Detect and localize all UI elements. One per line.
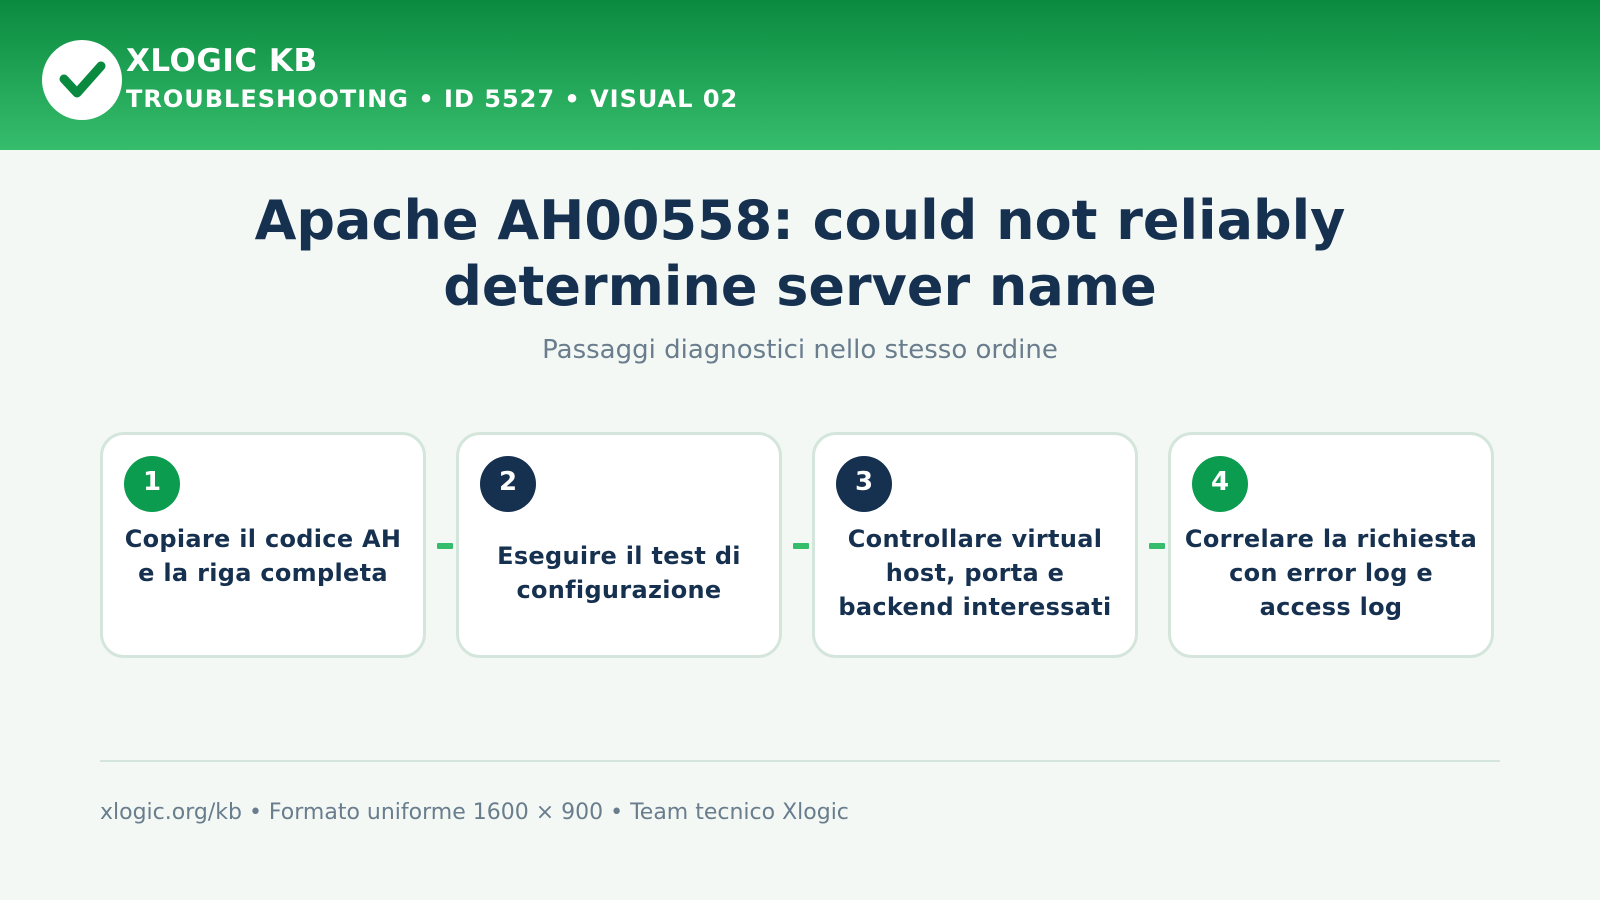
footer-divider [100, 760, 1500, 762]
step-connector [1149, 543, 1165, 549]
logo [42, 40, 122, 120]
step-card-2: 2 Eseguire il test di configurazione [456, 432, 782, 658]
step-card-4: 4 Correlare la richiesta con error log e… [1168, 432, 1494, 658]
article-meta: TROUBLESHOOTING • ID 5527 • VISUAL 02 [126, 85, 739, 113]
page-title: Apache AH00558: could not reliably deter… [254, 189, 1346, 318]
step-card-1: 1 Copiare il codice AH e la riga complet… [100, 432, 426, 658]
step-text: Correlare la richiesta con error log e a… [1184, 525, 1478, 621]
brand-name: XLOGIC KB [126, 43, 318, 79]
step-number-badge: 2 [480, 456, 536, 512]
check-icon [59, 61, 106, 98]
step-text: Eseguire il test di configurazione [497, 542, 741, 604]
step-number-badge: 4 [1192, 456, 1248, 512]
step-text: Controllare virtual host, porta e backen… [838, 525, 1112, 621]
step-text: Copiare il codice AH e la riga completa [124, 525, 402, 587]
footer-text: xlogic.org/kb • Formato uniforme 1600 × … [100, 800, 849, 825]
step-connector [437, 543, 453, 549]
step-card-3: 3 Controllare virtual host, porta e back… [812, 432, 1138, 658]
step-number-badge: 3 [836, 456, 892, 512]
header-banner: XLOGIC KB TROUBLESHOOTING • ID 5527 • VI… [0, 0, 1600, 150]
step-number-badge: 1 [124, 456, 180, 512]
step-connector [793, 543, 809, 549]
page-subtitle: Passaggi diagnostici nello stesso ordine [542, 335, 1058, 365]
